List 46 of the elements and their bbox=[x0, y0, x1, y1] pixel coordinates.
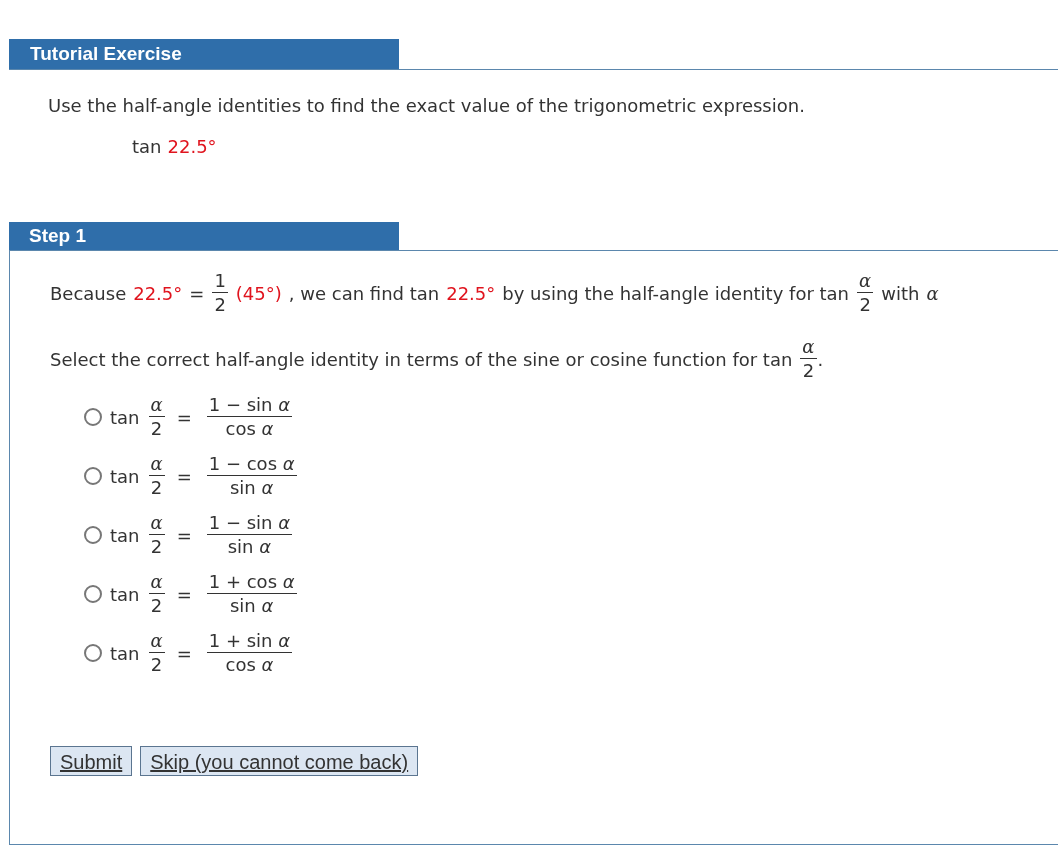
step-header: Step 1 bbox=[9, 222, 399, 250]
equals-sign: = bbox=[176, 405, 192, 430]
radio-button[interactable] bbox=[84, 585, 102, 603]
angle-value: 22.5° bbox=[167, 135, 217, 159]
fraction: α 2 bbox=[856, 272, 875, 314]
function-name: tan bbox=[110, 582, 140, 607]
instruction-text: Use the half-angle identities to find the exact value of the trigonometric expression. bbox=[48, 94, 806, 118]
fraction: 1 + cos α sin α bbox=[205, 573, 298, 615]
question-text: Select the correct half-angle identity in terms of the sine or cosine function for tan bbox=[50, 347, 793, 372]
radio-button[interactable] bbox=[84, 467, 102, 485]
equals-sign: = bbox=[176, 641, 192, 666]
sentence-text: by using the half-angle identity for tan bbox=[502, 281, 850, 306]
fraction: α 2 bbox=[147, 632, 166, 674]
fraction: 1 − sin α sin α bbox=[205, 514, 294, 556]
radio-button[interactable] bbox=[84, 408, 102, 426]
section-header: Tutorial Exercise bbox=[9, 39, 399, 69]
alpha-symbol: α bbox=[926, 281, 939, 306]
angle-value: 22.5° bbox=[446, 281, 496, 306]
fraction: 1 − cos α sin α bbox=[205, 455, 298, 497]
sentence-text: Because bbox=[50, 281, 127, 306]
fraction: α 2 bbox=[147, 396, 166, 438]
sentence-text: with bbox=[881, 281, 920, 306]
fraction: 1 − sin α cos α bbox=[205, 396, 294, 438]
function-name: tan bbox=[110, 405, 140, 430]
function-name: tan bbox=[110, 464, 140, 489]
function-name: tan bbox=[132, 135, 162, 159]
skip-button[interactable]: Skip (you cannot come back) bbox=[140, 746, 419, 776]
equals-sign: = bbox=[176, 464, 192, 489]
fraction: α 2 bbox=[799, 338, 818, 380]
radio-button[interactable] bbox=[84, 644, 102, 662]
equals-sign: = bbox=[176, 582, 192, 607]
radio-button[interactable] bbox=[84, 526, 102, 544]
function-name: tan bbox=[110, 641, 140, 666]
equals-sign: = bbox=[176, 523, 192, 548]
sentence-text: , we can find tan bbox=[288, 281, 440, 306]
fraction: α 2 bbox=[147, 514, 166, 556]
fraction: 1 2 bbox=[211, 272, 229, 314]
fraction: 1 + sin α cos α bbox=[205, 632, 294, 674]
submit-button[interactable]: Submit bbox=[50, 746, 133, 776]
fraction: α 2 bbox=[147, 455, 166, 497]
period-text: . bbox=[817, 347, 824, 372]
fraction: α 2 bbox=[147, 573, 166, 615]
function-name: tan bbox=[110, 523, 140, 548]
sentence-text: = bbox=[189, 281, 205, 306]
angle-value: 22.5° bbox=[133, 281, 183, 306]
angle-value: (45°) bbox=[235, 281, 282, 306]
